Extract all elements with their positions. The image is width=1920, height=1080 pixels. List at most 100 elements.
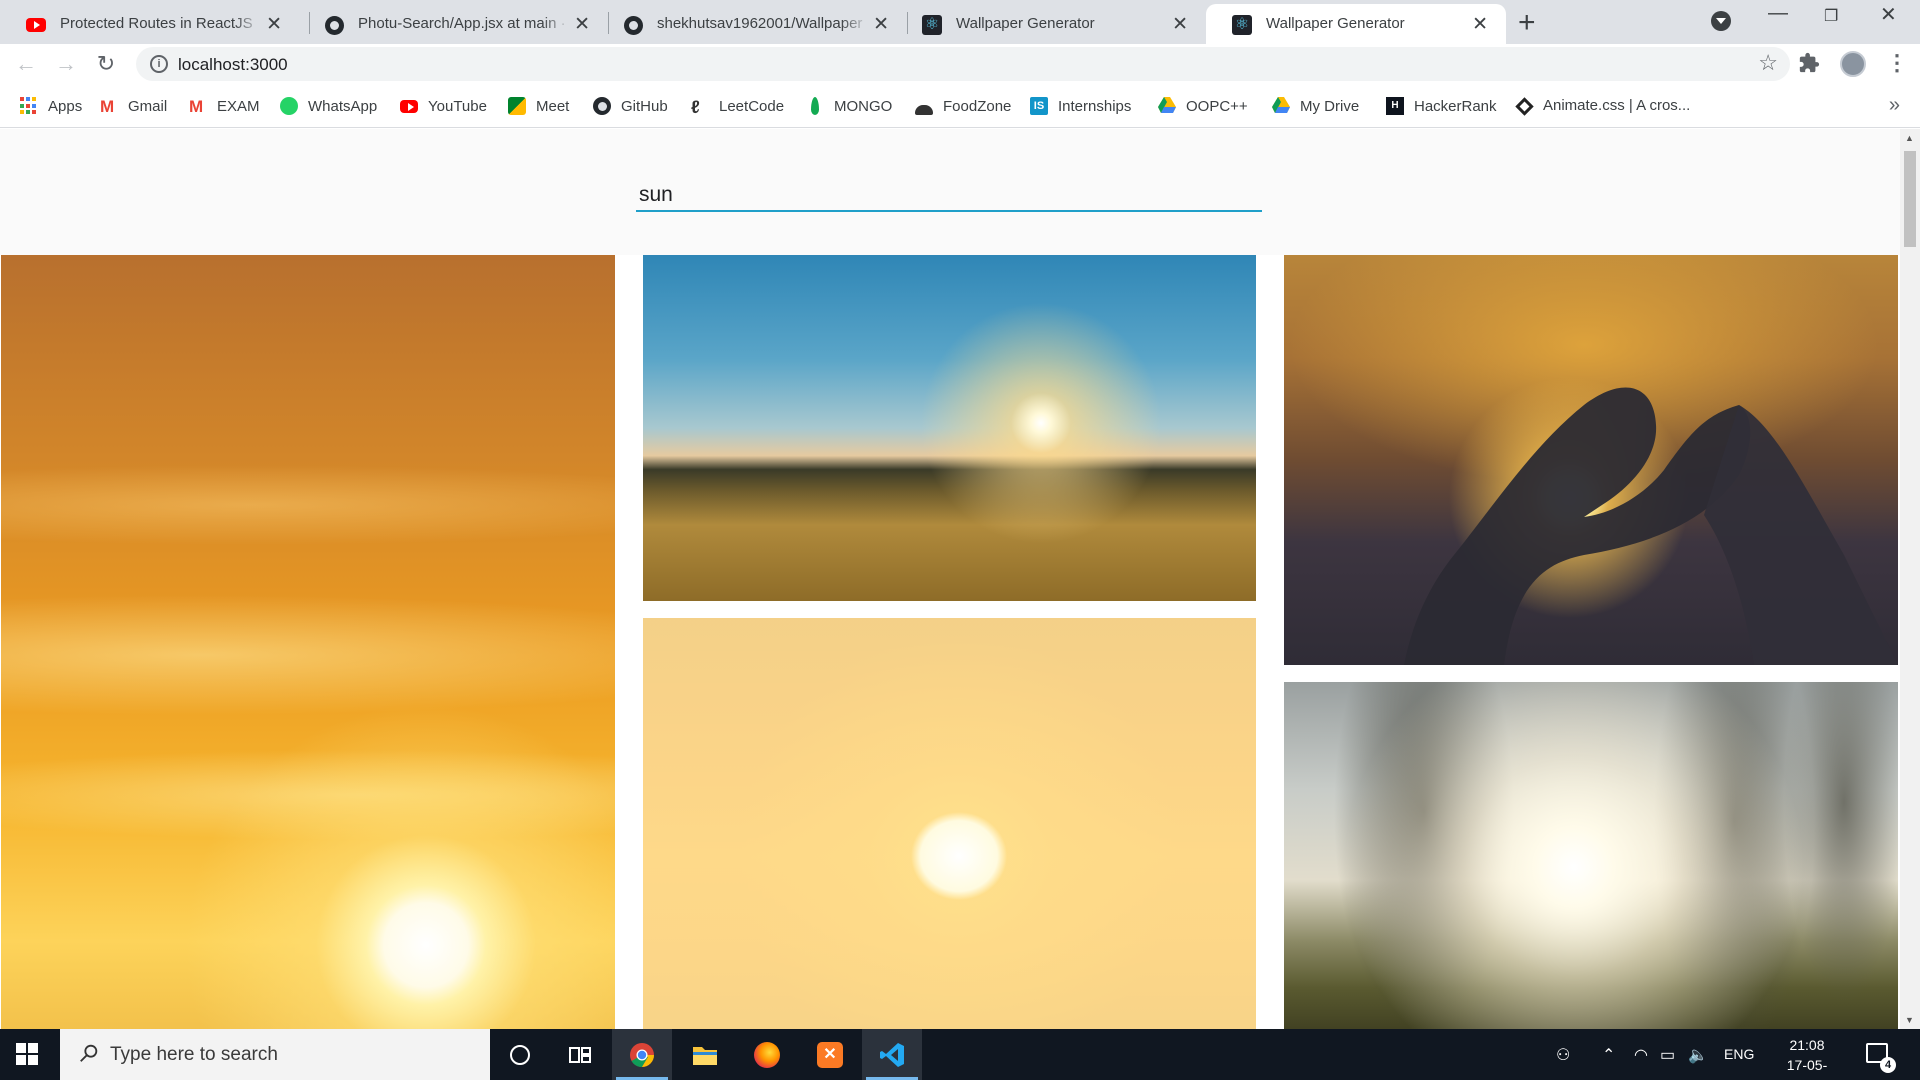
bookmark-label: Internships (1058, 97, 1132, 115)
restore-button[interactable]: ❐ (1824, 6, 1838, 26)
github-icon (623, 15, 643, 35)
bookmark-label: Apps (48, 97, 83, 115)
bookmark-whatsapp[interactable]: WhatsApp (280, 97, 377, 115)
leetcode-icon: ℓ (691, 97, 700, 117)
page-scrollbar[interactable]: ▲ ▼ (1900, 129, 1920, 1029)
tab-title: shekhutsav1962001/WallpaperSe (657, 15, 863, 32)
bookmark-meet[interactable]: Meet (508, 97, 569, 115)
mongodb-leaf-icon (811, 97, 819, 115)
chrome-menu-icon[interactable]: ⋮ (1886, 50, 1908, 76)
address-url[interactable]: localhost:3000 (178, 55, 288, 75)
xampp-icon[interactable]: ✕ (800, 1029, 860, 1080)
bookmark-star-icon[interactable]: ☆ (1758, 50, 1778, 76)
bookmark-label: Meet (536, 97, 570, 115)
bookmark-mongo[interactable]: MONGO (806, 97, 892, 115)
reload-icon[interactable]: ↻ (90, 48, 122, 80)
tab-photu-search[interactable]: Photu-Search/App.jsx at main · SI ✕ (298, 4, 608, 44)
wallpaper-image-wheat-field-sunrise[interactable] (643, 255, 1256, 601)
hackerrank-icon: H (1386, 97, 1404, 115)
volume-icon[interactable]: 🔈 (1688, 1045, 1708, 1065)
github-icon (324, 15, 344, 35)
tab-wallpaper-repo[interactable]: shekhutsav1962001/WallpaperSe ✕ (597, 4, 907, 44)
bookmark-exam[interactable]: M EXAM (189, 97, 260, 116)
language-indicator[interactable]: ENG (1724, 1046, 1754, 1062)
firefox-icon[interactable] (737, 1029, 797, 1080)
wallpaper-image-sunlit-trees[interactable] (1284, 682, 1898, 1029)
file-explorer-icon[interactable] (675, 1029, 735, 1080)
bookmark-my-drive[interactable]: My Drive (1272, 97, 1359, 115)
close-tab-icon[interactable]: ✕ (1172, 13, 1188, 36)
tab-search-icon[interactable] (1711, 11, 1731, 31)
clock-date: 17-05-2021 (1786, 1057, 1828, 1080)
bookmark-label: OOPC++ (1186, 97, 1248, 115)
wallpaper-image-red-sun[interactable] (643, 618, 1256, 1029)
clock-time: 21:08 (1789, 1037, 1825, 1053)
show-hidden-icons-chevron[interactable]: ⌃ (1602, 1045, 1615, 1065)
bookmark-label: MONGO (834, 97, 893, 115)
apps-grid-icon (20, 97, 38, 115)
extensions-puzzle-icon[interactable] (1798, 52, 1820, 80)
close-window-button[interactable]: ✕ (1880, 2, 1897, 27)
bookmark-label: EXAM (217, 97, 260, 115)
network-icon[interactable]: ◠ (1634, 1045, 1648, 1065)
notification-count-badge: 4 (1880, 1057, 1896, 1073)
tab-strip: Protected Routes in ReactJS - React ✕ Ph… (0, 0, 1920, 44)
task-view-icon[interactable] (550, 1029, 610, 1080)
bookmark-github[interactable]: GitHub (593, 97, 668, 115)
wallpaper-image-heart-hands-sun[interactable] (1284, 255, 1898, 665)
google-drive-icon (1158, 97, 1176, 115)
close-tab-icon[interactable]: ✕ (873, 13, 889, 36)
scroll-down-arrow-icon[interactable]: ▼ (1905, 1015, 1914, 1025)
bookmark-apps[interactable]: Apps (20, 97, 82, 115)
whatsapp-icon (280, 97, 298, 115)
youtube-icon (26, 16, 46, 34)
bookmark-gmail[interactable]: M Gmail (100, 97, 167, 116)
forward-arrow-icon[interactable]: → (50, 48, 82, 80)
bookmark-label: Animate.css | A cros... (1543, 97, 1691, 114)
taskbar-search-box[interactable]: Type here to search (60, 1029, 490, 1080)
bookmark-oopc[interactable]: OOPC++ (1158, 97, 1248, 115)
address-bar[interactable]: i localhost:3000 ☆ (136, 47, 1790, 81)
bookmarks-bar: Apps M Gmail M EXAM WhatsApp YouTube Mee… (0, 84, 1920, 128)
bookmark-label: LeetCode (719, 97, 785, 115)
scrollbar-thumb[interactable] (1904, 151, 1916, 247)
close-tab-icon[interactable]: ✕ (1472, 13, 1488, 36)
react-icon: ⚛ (1232, 15, 1252, 35)
minimize-button[interactable]: — (1768, 2, 1788, 25)
scroll-up-arrow-icon[interactable]: ▲ (1905, 133, 1914, 143)
search-header (0, 129, 1900, 255)
new-tab-button[interactable]: + (1518, 6, 1536, 40)
close-tab-icon[interactable]: ✕ (266, 13, 282, 36)
tab-protected-routes[interactable]: Protected Routes in ReactJS - React ✕ (0, 4, 300, 44)
bookmark-animate-css[interactable]: Animate.css | A cros... (1515, 97, 1691, 116)
browser-toolbar: ← → ↻ i localhost:3000 ☆ ⋮ (0, 44, 1920, 84)
tab-wallpaper-generator-active[interactable]: ⚛ Wallpaper Generator ✕ (1206, 4, 1506, 44)
tab-title: Photu-Search/App.jsx at main · SI (358, 15, 564, 32)
close-tab-icon[interactable]: ✕ (574, 13, 590, 36)
bookmark-hackerrank[interactable]: H HackerRank (1386, 97, 1497, 115)
search-input[interactable] (636, 180, 1262, 212)
vscode-icon[interactable] (862, 1029, 922, 1080)
chrome-taskbar-icon[interactable] (612, 1029, 672, 1080)
battery-icon[interactable]: ▭ (1660, 1045, 1675, 1065)
bookmark-label: YouTube (428, 97, 487, 115)
cortana-icon[interactable] (490, 1029, 550, 1080)
system-clock[interactable]: 21:08 17-05-2021 (1772, 1035, 1842, 1080)
windows-start-icon[interactable] (16, 1043, 38, 1065)
more-bookmarks-chevron-icon[interactable]: » (1889, 94, 1900, 117)
google-drive-icon (1272, 97, 1290, 115)
back-arrow-icon[interactable]: ← (10, 48, 42, 80)
people-icon[interactable]: ⚇ (1556, 1045, 1570, 1065)
bookmark-internships[interactable]: IS Internships (1030, 97, 1131, 115)
bookmark-foodzone[interactable]: FoodZone (915, 97, 1011, 115)
tab-wallpaper-generator[interactable]: ⚛ Wallpaper Generator ✕ (896, 4, 1206, 44)
bookmark-leetcode[interactable]: ℓ LeetCode (691, 97, 785, 117)
tab-title: Protected Routes in ReactJS - React (60, 15, 256, 32)
food-icon (915, 105, 933, 115)
profile-avatar[interactable] (1840, 51, 1866, 77)
site-info-icon[interactable]: i (150, 55, 168, 73)
bookmark-youtube[interactable]: YouTube (400, 97, 487, 115)
page-viewport: ▲ ▼ (0, 129, 1920, 1029)
wallpaper-image-sunset-sky[interactable] (1, 255, 615, 1029)
animate-css-icon (1515, 97, 1534, 116)
